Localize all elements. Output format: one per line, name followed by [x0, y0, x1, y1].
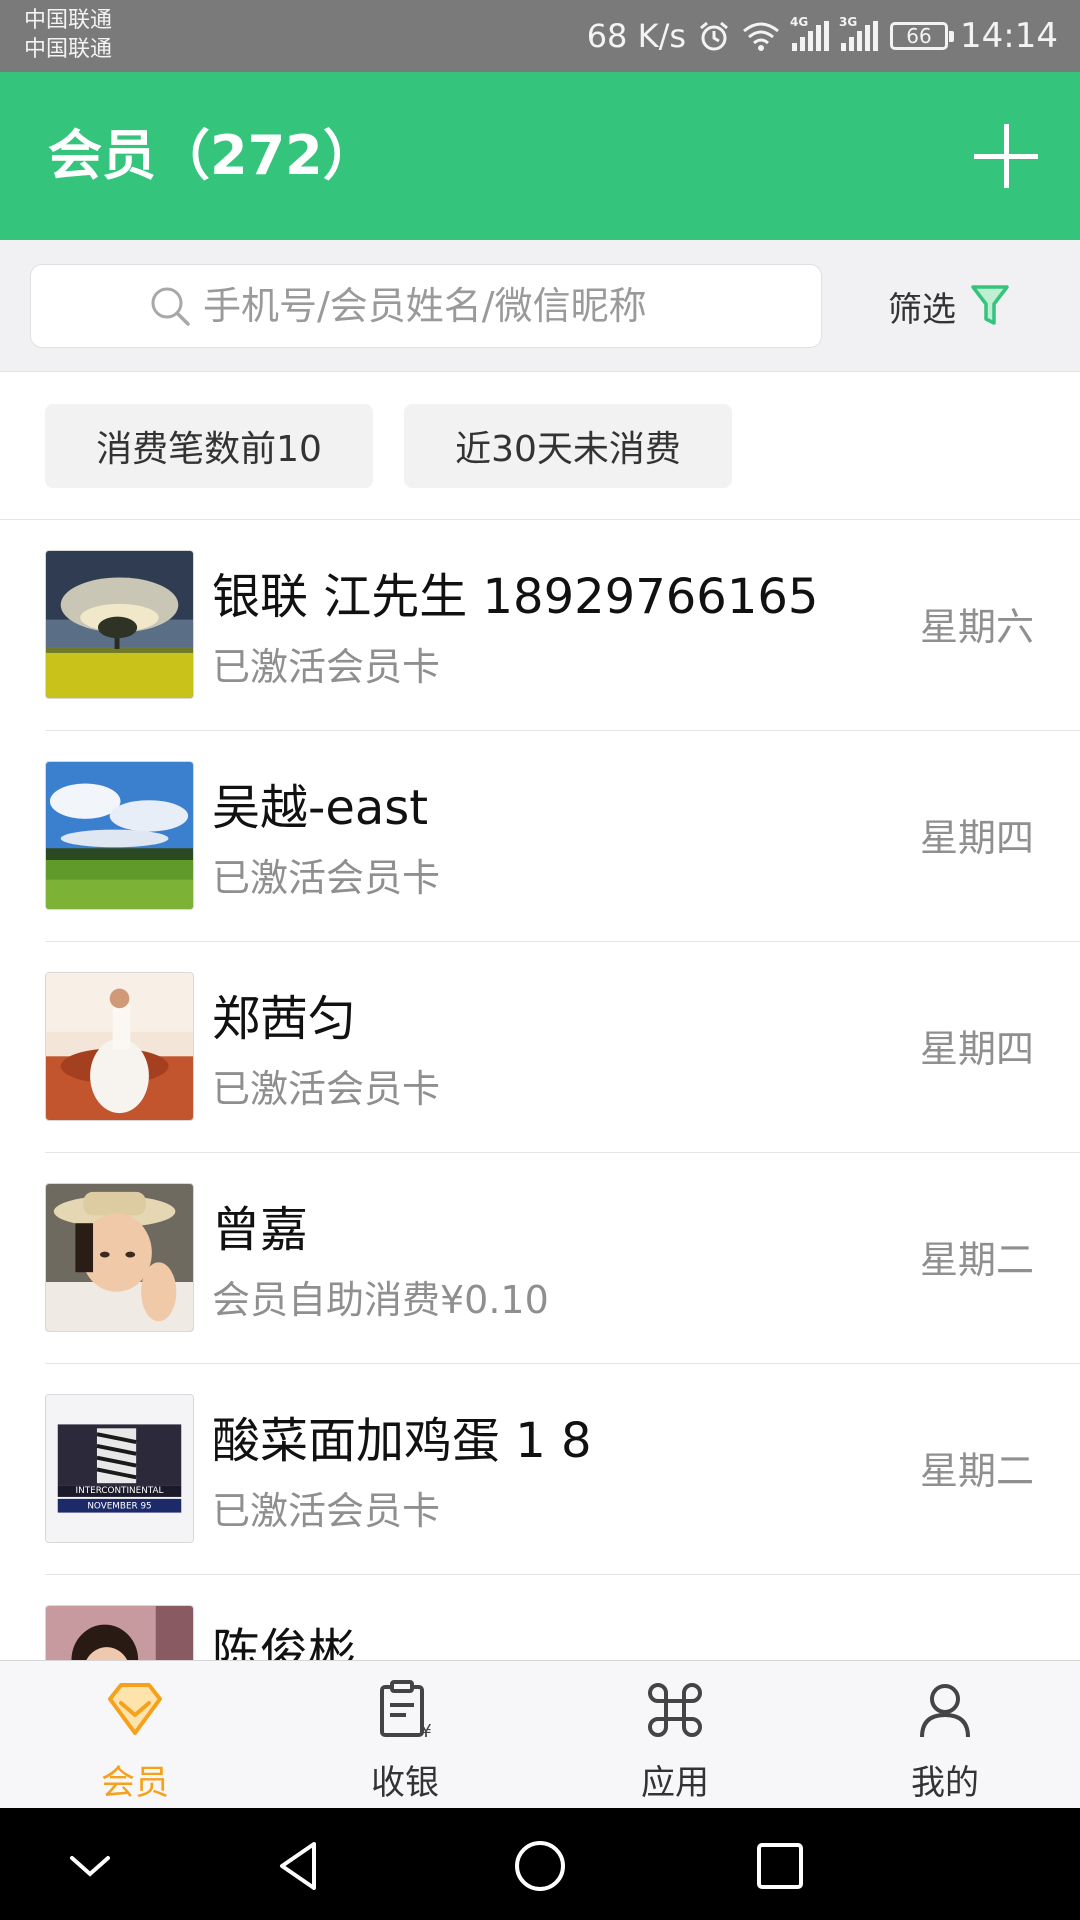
tab-members[interactable]: 会员 [0, 1661, 270, 1809]
member-name: 陈俊彬 [212, 1624, 357, 1660]
member-avatar: INTERCONTINENTAL NOVEMBER 95 [45, 1394, 194, 1543]
bottom-tab-bar: 会员 ¥ 收银 应用 我的 [0, 1660, 1080, 1808]
battery-level: 66 [906, 24, 932, 48]
last-active-day: 星期二 [919, 1238, 1034, 1282]
member-avatar [45, 1183, 194, 1332]
avatar-caption-line2: NOVEMBER 95 [87, 1502, 151, 1512]
chip-no-spend-30-days[interactable]: 近30天未消费 [404, 404, 732, 488]
member-row[interactable]: 银联 江先生 18929766165 已激活会员卡 星期六 [0, 520, 1080, 731]
carrier-1: 中国联通 [24, 8, 113, 33]
member-avatar [45, 972, 194, 1121]
funnel-icon [971, 285, 1009, 325]
quick-filter-bar: 消费笔数前10 近30天未消费 [0, 372, 1080, 520]
home-circle-icon[interactable] [510, 1836, 570, 1896]
member-status: 会员自助消费¥0.10 [212, 1278, 549, 1322]
tab-me[interactable]: 我的 [810, 1661, 1080, 1809]
member-status: 已激活会员卡 [212, 1489, 441, 1533]
add-member-button[interactable] [974, 124, 1038, 188]
net-speed: 68 K/s [586, 17, 687, 55]
signal-1-tag: 4G [790, 15, 809, 29]
carrier-info: 中国联通 中国联通 [24, 6, 112, 64]
page-title: 会员（272） [48, 124, 377, 187]
member-avatar [45, 1605, 194, 1660]
last-active-day: 星期六 [919, 605, 1034, 649]
last-active-day: 星期四 [919, 1027, 1034, 1071]
tab-apps[interactable]: 应用 [540, 1661, 810, 1809]
member-row[interactable]: 曾嘉 会员自助消费¥0.10 星期二 [0, 1153, 1080, 1364]
member-diamond-icon [108, 1683, 162, 1735]
status-bar: 中国联通 中国联通 68 K/s 4G 3G 66 14:14 [0, 0, 1080, 72]
search-bar-area: 筛选 [0, 240, 1080, 372]
member-row[interactable]: 陈俊彬 [0, 1575, 1080, 1660]
member-name: 曾嘉 [212, 1202, 309, 1258]
last-active-day: 星期四 [919, 816, 1034, 860]
search-box[interactable] [30, 264, 822, 348]
member-name: 酸菜面加鸡蛋 1 8 [212, 1413, 592, 1469]
avatar-caption-line1: INTERCONTINENTAL [76, 1486, 164, 1496]
member-status: 已激活会员卡 [212, 856, 441, 900]
search-input[interactable] [203, 284, 703, 328]
status-indicators: 68 K/s 4G 3G 66 14:14 [587, 12, 1058, 60]
system-nav-bar [0, 1808, 1080, 1920]
member-name: 银联 江先生 18929766165 [212, 569, 819, 625]
filter-button[interactable]: 筛选 [888, 276, 1010, 336]
member-row[interactable]: 吴越-east 已激活会员卡 星期四 [0, 731, 1080, 942]
member-row[interactable]: 郑茜匀 已激活会员卡 星期四 [0, 942, 1080, 1153]
battery-icon: 66 [890, 22, 955, 50]
signal-1-icon: 4G [790, 15, 830, 51]
last-active-day: 星期二 [919, 1449, 1034, 1493]
app-header: 会员（272） [0, 72, 1080, 240]
tab-cashier-label: 收银 [371, 1763, 439, 1803]
cashier-receipt-icon: ¥ [380, 1680, 432, 1741]
member-name: 吴越-east [212, 780, 429, 836]
tab-cashier[interactable]: ¥ 收银 [270, 1661, 540, 1809]
svg-text:¥: ¥ [420, 1721, 431, 1741]
filter-label: 筛选 [888, 289, 956, 330]
member-name: 郑茜匀 [212, 991, 357, 1047]
tab-members-label: 会员 [101, 1763, 169, 1803]
alarm-icon [700, 21, 728, 51]
back-triangle-icon[interactable] [270, 1836, 330, 1896]
recents-square-icon[interactable] [750, 1836, 810, 1896]
wifi-icon [743, 22, 779, 51]
profile-person-icon [920, 1684, 970, 1738]
apps-command-icon [648, 1683, 702, 1737]
carrier-2: 中国联通 [24, 37, 113, 62]
member-status: 已激活会员卡 [212, 1067, 441, 1111]
member-status: 已激活会员卡 [212, 645, 441, 689]
signal-2-tag: 3G [839, 15, 858, 29]
member-avatar [45, 761, 194, 910]
signal-2-icon: 3G [839, 15, 879, 51]
clock: 14:14 [960, 16, 1058, 56]
chip-top-10-transactions[interactable]: 消费笔数前10 [45, 404, 373, 488]
member-list: 银联 江先生 18929766165 已激活会员卡 星期六 吴越-east 已激… [0, 520, 1080, 1660]
search-icon [151, 287, 190, 326]
tab-me-label: 我的 [911, 1763, 979, 1803]
member-row[interactable]: INTERCONTINENTAL NOVEMBER 95 酸菜面加鸡蛋 1 8 … [0, 1364, 1080, 1575]
tab-apps-label: 应用 [641, 1763, 709, 1803]
chevron-down-icon[interactable] [60, 1836, 120, 1896]
member-avatar [45, 550, 194, 699]
